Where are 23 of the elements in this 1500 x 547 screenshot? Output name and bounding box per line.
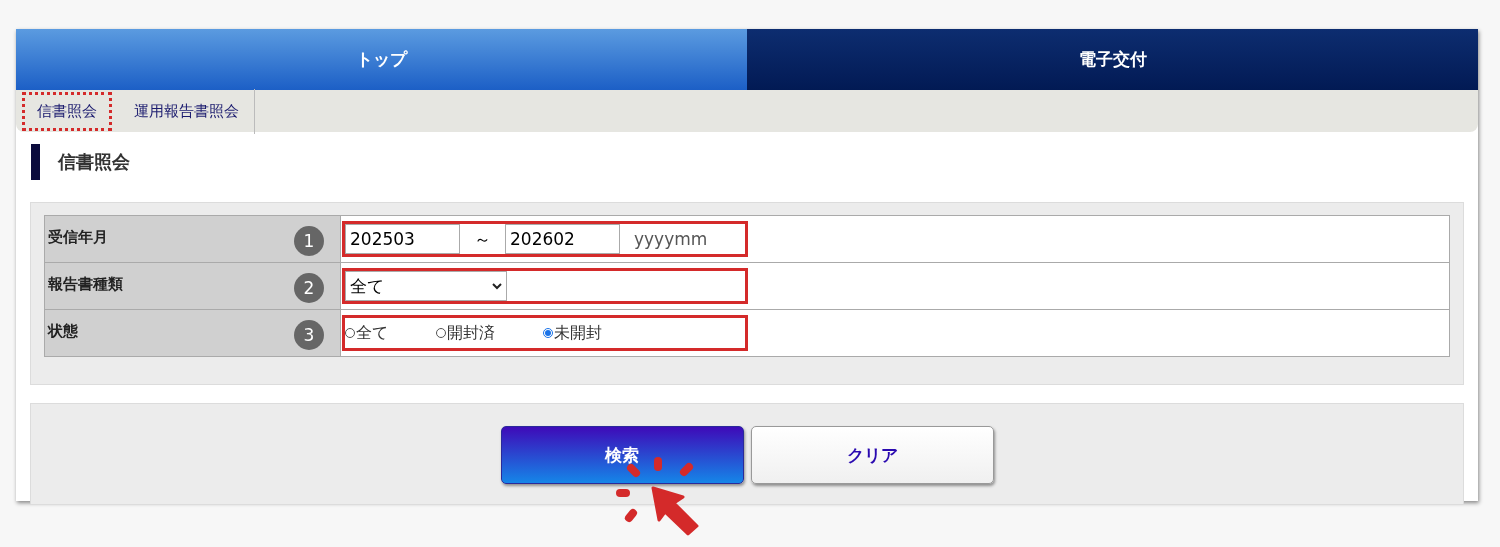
section-heading: 信書照会	[58, 150, 130, 174]
format-hint: yyyymm	[634, 229, 708, 249]
range-separator: ～	[473, 227, 492, 251]
sub-nav-link[interactable]: 運用報告書照会	[116, 88, 255, 134]
step-number: 1	[294, 226, 324, 256]
radio-option[interactable]: 開封済	[436, 322, 495, 344]
radio-option[interactable]: 未開封	[543, 322, 602, 344]
field-label: 受信年月	[48, 227, 108, 247]
date-input[interactable]: 202503	[345, 224, 460, 254]
nav-tab[interactable]: トップ	[16, 29, 747, 90]
clear-button[interactable]: クリア	[750, 426, 994, 484]
nav-tab[interactable]: 電子交付	[747, 29, 1478, 90]
type-dropdown[interactable]: 全て	[345, 271, 507, 301]
radio-option[interactable]: 全て	[345, 322, 388, 344]
heading-bar	[31, 144, 40, 180]
sub-nav-link[interactable]: 信書照会	[22, 91, 112, 131]
step-number: 3	[294, 320, 324, 350]
step-number: 2	[294, 273, 324, 303]
date-input[interactable]: 202602	[505, 224, 620, 254]
field-label: 報告書種類	[48, 274, 123, 294]
field-label: 状態	[48, 321, 78, 341]
search-button[interactable]: 検索	[500, 426, 744, 484]
chevron-icon	[492, 282, 502, 290]
